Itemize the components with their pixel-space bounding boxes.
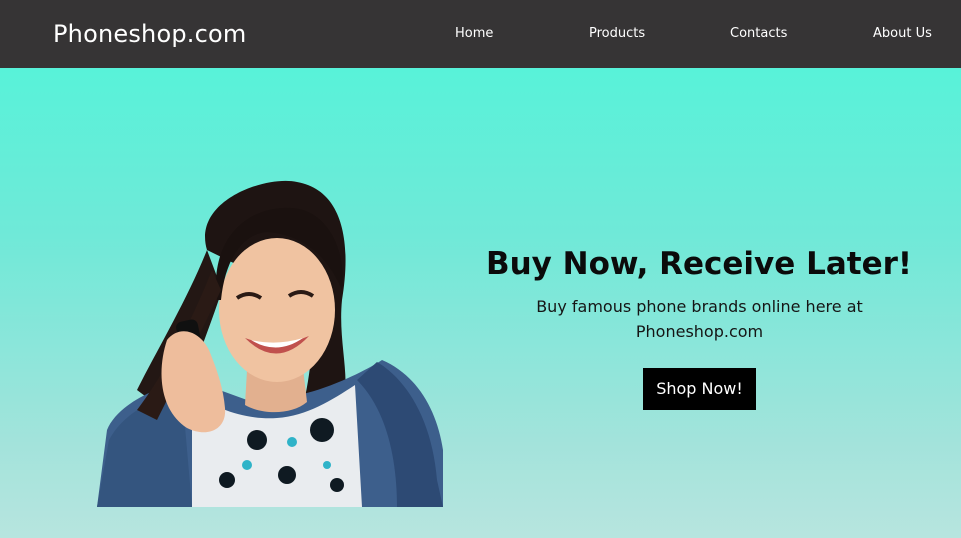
top-navbar: Phoneshop.com Home Products Contacts Abo… bbox=[0, 0, 961, 68]
nav-link-home[interactable]: Home bbox=[455, 24, 493, 44]
nav-link-about-us[interactable]: About Us bbox=[873, 24, 932, 44]
nav-link-products[interactable]: Products bbox=[589, 24, 645, 44]
hero-section: Buy Now, Receive Later! Buy famous phone… bbox=[0, 68, 961, 538]
hero-subtext: Buy famous phone brands online here at P… bbox=[536, 297, 863, 341]
hero-headline: Buy Now, Receive Later! bbox=[485, 246, 913, 282]
woman-illustration bbox=[97, 180, 443, 507]
shop-now-button[interactable]: Shop Now! bbox=[643, 368, 756, 410]
nav-link-contacts[interactable]: Contacts bbox=[730, 24, 787, 44]
site-logo-link[interactable]: Phoneshop.com bbox=[53, 17, 246, 51]
woman-on-phone-photo bbox=[97, 180, 443, 507]
